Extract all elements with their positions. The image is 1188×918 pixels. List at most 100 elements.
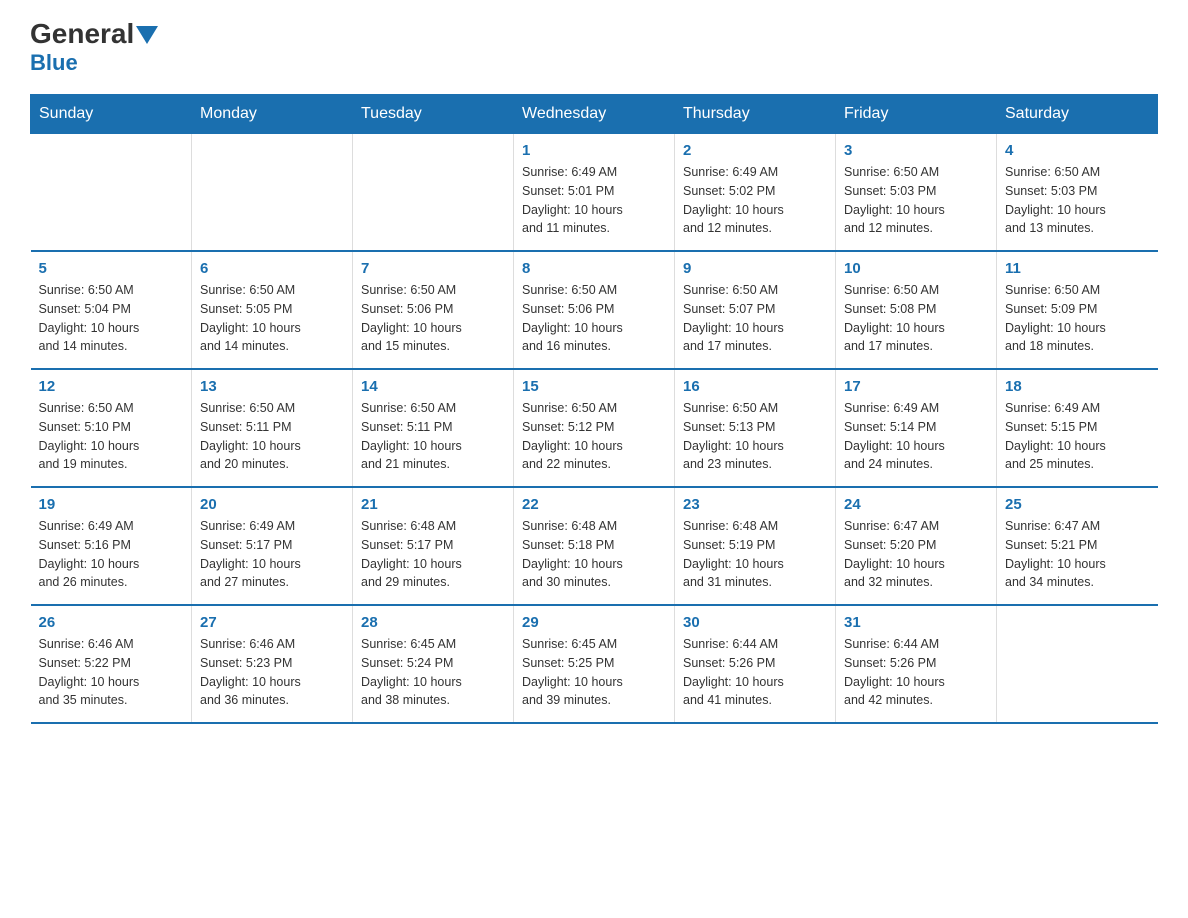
calendar-day-8: 8 Sunrise: 6:50 AM Sunset: 5:06 PM Daylig… — [514, 251, 675, 369]
calendar-empty-cell — [353, 134, 514, 252]
calendar-day-14: 14 Sunrise: 6:50 AM Sunset: 5:11 PM Dayli… — [353, 369, 514, 487]
day-info: Sunrise: 6:50 AM Sunset: 5:03 PM Dayligh… — [844, 163, 988, 238]
header-tuesday: Tuesday — [353, 95, 514, 134]
calendar-day-23: 23 Sunrise: 6:48 AM Sunset: 5:19 PM Dayli… — [675, 487, 836, 605]
day-info: Sunrise: 6:44 AM Sunset: 5:26 PM Dayligh… — [683, 635, 827, 710]
calendar-day-2: 2 Sunrise: 6:49 AM Sunset: 5:02 PM Daylig… — [675, 134, 836, 252]
day-number: 28 — [361, 614, 505, 631]
calendar-day-15: 15Sunrise: 6:50 AM Sunset: 5:12 PM Dayli… — [514, 369, 675, 487]
calendar-week-row: 1Sunrise: 6:49 AM Sunset: 5:01 PM Daylig… — [31, 134, 1158, 252]
calendar-day-28: 28 Sunrise: 6:45 AM Sunset: 5:24 PM Dayli… — [353, 605, 514, 723]
day-number: 3 — [844, 142, 988, 159]
day-info: Sunrise: 6:50 AM Sunset: 5:05 PM Dayligh… — [200, 281, 344, 356]
day-number: 13 — [200, 378, 344, 395]
header-wednesday: Wednesday — [514, 95, 675, 134]
calendar-day-17: 17Sunrise: 6:49 AM Sunset: 5:14 PM Dayli… — [836, 369, 997, 487]
calendar-day-19: 19 Sunrise: 6:49 AM Sunset: 5:16 PM Dayli… — [31, 487, 192, 605]
day-number: 5 — [39, 260, 184, 277]
calendar-empty-cell — [31, 134, 192, 252]
day-number: 11 — [1005, 260, 1150, 277]
day-number: 8 — [522, 260, 666, 277]
day-info: Sunrise: 6:50 AM Sunset: 5:10 PM Dayligh… — [39, 399, 184, 474]
calendar-day-29: 29 Sunrise: 6:45 AM Sunset: 5:25 PM Dayli… — [514, 605, 675, 723]
day-info: Sunrise: 6:50 AM Sunset: 5:03 PM Dayligh… — [1005, 163, 1150, 238]
logo: General Blue — [30, 20, 158, 76]
day-info: Sunrise: 6:50 AM Sunset: 5:13 PM Dayligh… — [683, 399, 827, 474]
day-number: 25 — [1005, 496, 1150, 513]
calendar-day-9: 9 Sunrise: 6:50 AM Sunset: 5:07 PM Daylig… — [675, 251, 836, 369]
day-info: Sunrise: 6:50 AM Sunset: 5:04 PM Dayligh… — [39, 281, 184, 356]
day-info: Sunrise: 6:50 AM Sunset: 5:06 PM Dayligh… — [522, 281, 666, 356]
calendar-week-row: 5 Sunrise: 6:50 AM Sunset: 5:04 PM Daylig… — [31, 251, 1158, 369]
calendar-day-20: 20 Sunrise: 6:49 AM Sunset: 5:17 PM Dayli… — [192, 487, 353, 605]
day-info: Sunrise: 6:45 AM Sunset: 5:25 PM Dayligh… — [522, 635, 666, 710]
day-number: 2 — [683, 142, 827, 159]
day-number: 7 — [361, 260, 505, 277]
day-info: Sunrise: 6:45 AM Sunset: 5:24 PM Dayligh… — [361, 635, 505, 710]
calendar-day-24: 24 Sunrise: 6:47 AM Sunset: 5:20 PM Dayli… — [836, 487, 997, 605]
day-info: Sunrise: 6:49 AM Sunset: 5:17 PM Dayligh… — [200, 517, 344, 592]
day-info: Sunrise: 6:48 AM Sunset: 5:17 PM Dayligh… — [361, 517, 505, 592]
day-number: 16 — [683, 378, 827, 395]
day-info: Sunrise: 6:47 AM Sunset: 5:20 PM Dayligh… — [844, 517, 988, 592]
day-info: Sunrise: 6:44 AM Sunset: 5:26 PM Dayligh… — [844, 635, 988, 710]
day-info: Sunrise: 6:48 AM Sunset: 5:19 PM Dayligh… — [683, 517, 827, 592]
calendar-day-13: 13 Sunrise: 6:50 AM Sunset: 5:11 PM Dayli… — [192, 369, 353, 487]
day-number: 9 — [683, 260, 827, 277]
calendar-day-5: 5 Sunrise: 6:50 AM Sunset: 5:04 PM Daylig… — [31, 251, 192, 369]
day-info: Sunrise: 6:50 AM Sunset: 5:11 PM Dayligh… — [200, 399, 344, 474]
calendar-day-27: 27Sunrise: 6:46 AM Sunset: 5:23 PM Dayli… — [192, 605, 353, 723]
calendar-day-26: 26Sunrise: 6:46 AM Sunset: 5:22 PM Dayli… — [31, 605, 192, 723]
day-number: 27 — [200, 614, 344, 631]
calendar-empty-cell — [192, 134, 353, 252]
logo-blue-text: Blue — [30, 50, 78, 76]
day-number: 23 — [683, 496, 827, 513]
day-info: Sunrise: 6:49 AM Sunset: 5:02 PM Dayligh… — [683, 163, 827, 238]
day-number: 24 — [844, 496, 988, 513]
day-number: 4 — [1005, 142, 1150, 159]
header-friday: Friday — [836, 95, 997, 134]
page-header: General Blue — [30, 20, 1158, 76]
day-number: 20 — [200, 496, 344, 513]
day-number: 1 — [522, 142, 666, 159]
calendar-day-7: 7 Sunrise: 6:50 AM Sunset: 5:06 PM Daylig… — [353, 251, 514, 369]
calendar-day-22: 22Sunrise: 6:48 AM Sunset: 5:18 PM Dayli… — [514, 487, 675, 605]
header-sunday: Sunday — [31, 95, 192, 134]
calendar-day-12: 12Sunrise: 6:50 AM Sunset: 5:10 PM Dayli… — [31, 369, 192, 487]
day-number: 10 — [844, 260, 988, 277]
header-thursday: Thursday — [675, 95, 836, 134]
day-info: Sunrise: 6:49 AM Sunset: 5:16 PM Dayligh… — [39, 517, 184, 592]
day-info: Sunrise: 6:50 AM Sunset: 5:06 PM Dayligh… — [361, 281, 505, 356]
day-info: Sunrise: 6:50 AM Sunset: 5:11 PM Dayligh… — [361, 399, 505, 474]
day-number: 21 — [361, 496, 505, 513]
logo-triangle-icon — [136, 26, 158, 44]
calendar-header-row: SundayMondayTuesdayWednesdayThursdayFrid… — [31, 95, 1158, 134]
day-info: Sunrise: 6:50 AM Sunset: 5:07 PM Dayligh… — [683, 281, 827, 356]
day-number: 31 — [844, 614, 988, 631]
day-info: Sunrise: 6:49 AM Sunset: 5:15 PM Dayligh… — [1005, 399, 1150, 474]
calendar-empty-cell — [997, 605, 1158, 723]
day-number: 26 — [39, 614, 184, 631]
day-number: 19 — [39, 496, 184, 513]
day-info: Sunrise: 6:47 AM Sunset: 5:21 PM Dayligh… — [1005, 517, 1150, 592]
calendar-day-30: 30 Sunrise: 6:44 AM Sunset: 5:26 PM Dayli… — [675, 605, 836, 723]
calendar-day-25: 25 Sunrise: 6:47 AM Sunset: 5:21 PM Dayli… — [997, 487, 1158, 605]
calendar-day-21: 21 Sunrise: 6:48 AM Sunset: 5:17 PM Dayli… — [353, 487, 514, 605]
calendar-day-31: 31 Sunrise: 6:44 AM Sunset: 5:26 PM Dayli… — [836, 605, 997, 723]
day-info: Sunrise: 6:50 AM Sunset: 5:08 PM Dayligh… — [844, 281, 988, 356]
logo-general: General — [30, 20, 134, 48]
calendar-day-3: 3 Sunrise: 6:50 AM Sunset: 5:03 PM Daylig… — [836, 134, 997, 252]
day-number: 17 — [844, 378, 988, 395]
calendar-day-10: 10 Sunrise: 6:50 AM Sunset: 5:08 PM Dayli… — [836, 251, 997, 369]
calendar-table: SundayMondayTuesdayWednesdayThursdayFrid… — [30, 94, 1158, 724]
day-info: Sunrise: 6:50 AM Sunset: 5:09 PM Dayligh… — [1005, 281, 1150, 356]
calendar-day-11: 11 Sunrise: 6:50 AM Sunset: 5:09 PM Dayli… — [997, 251, 1158, 369]
calendar-day-18: 18Sunrise: 6:49 AM Sunset: 5:15 PM Dayli… — [997, 369, 1158, 487]
header-monday: Monday — [192, 95, 353, 134]
calendar-week-row: 19 Sunrise: 6:49 AM Sunset: 5:16 PM Dayli… — [31, 487, 1158, 605]
calendar-week-row: 12Sunrise: 6:50 AM Sunset: 5:10 PM Dayli… — [31, 369, 1158, 487]
day-number: 29 — [522, 614, 666, 631]
calendar-week-row: 26Sunrise: 6:46 AM Sunset: 5:22 PM Dayli… — [31, 605, 1158, 723]
day-number: 30 — [683, 614, 827, 631]
day-number: 14 — [361, 378, 505, 395]
